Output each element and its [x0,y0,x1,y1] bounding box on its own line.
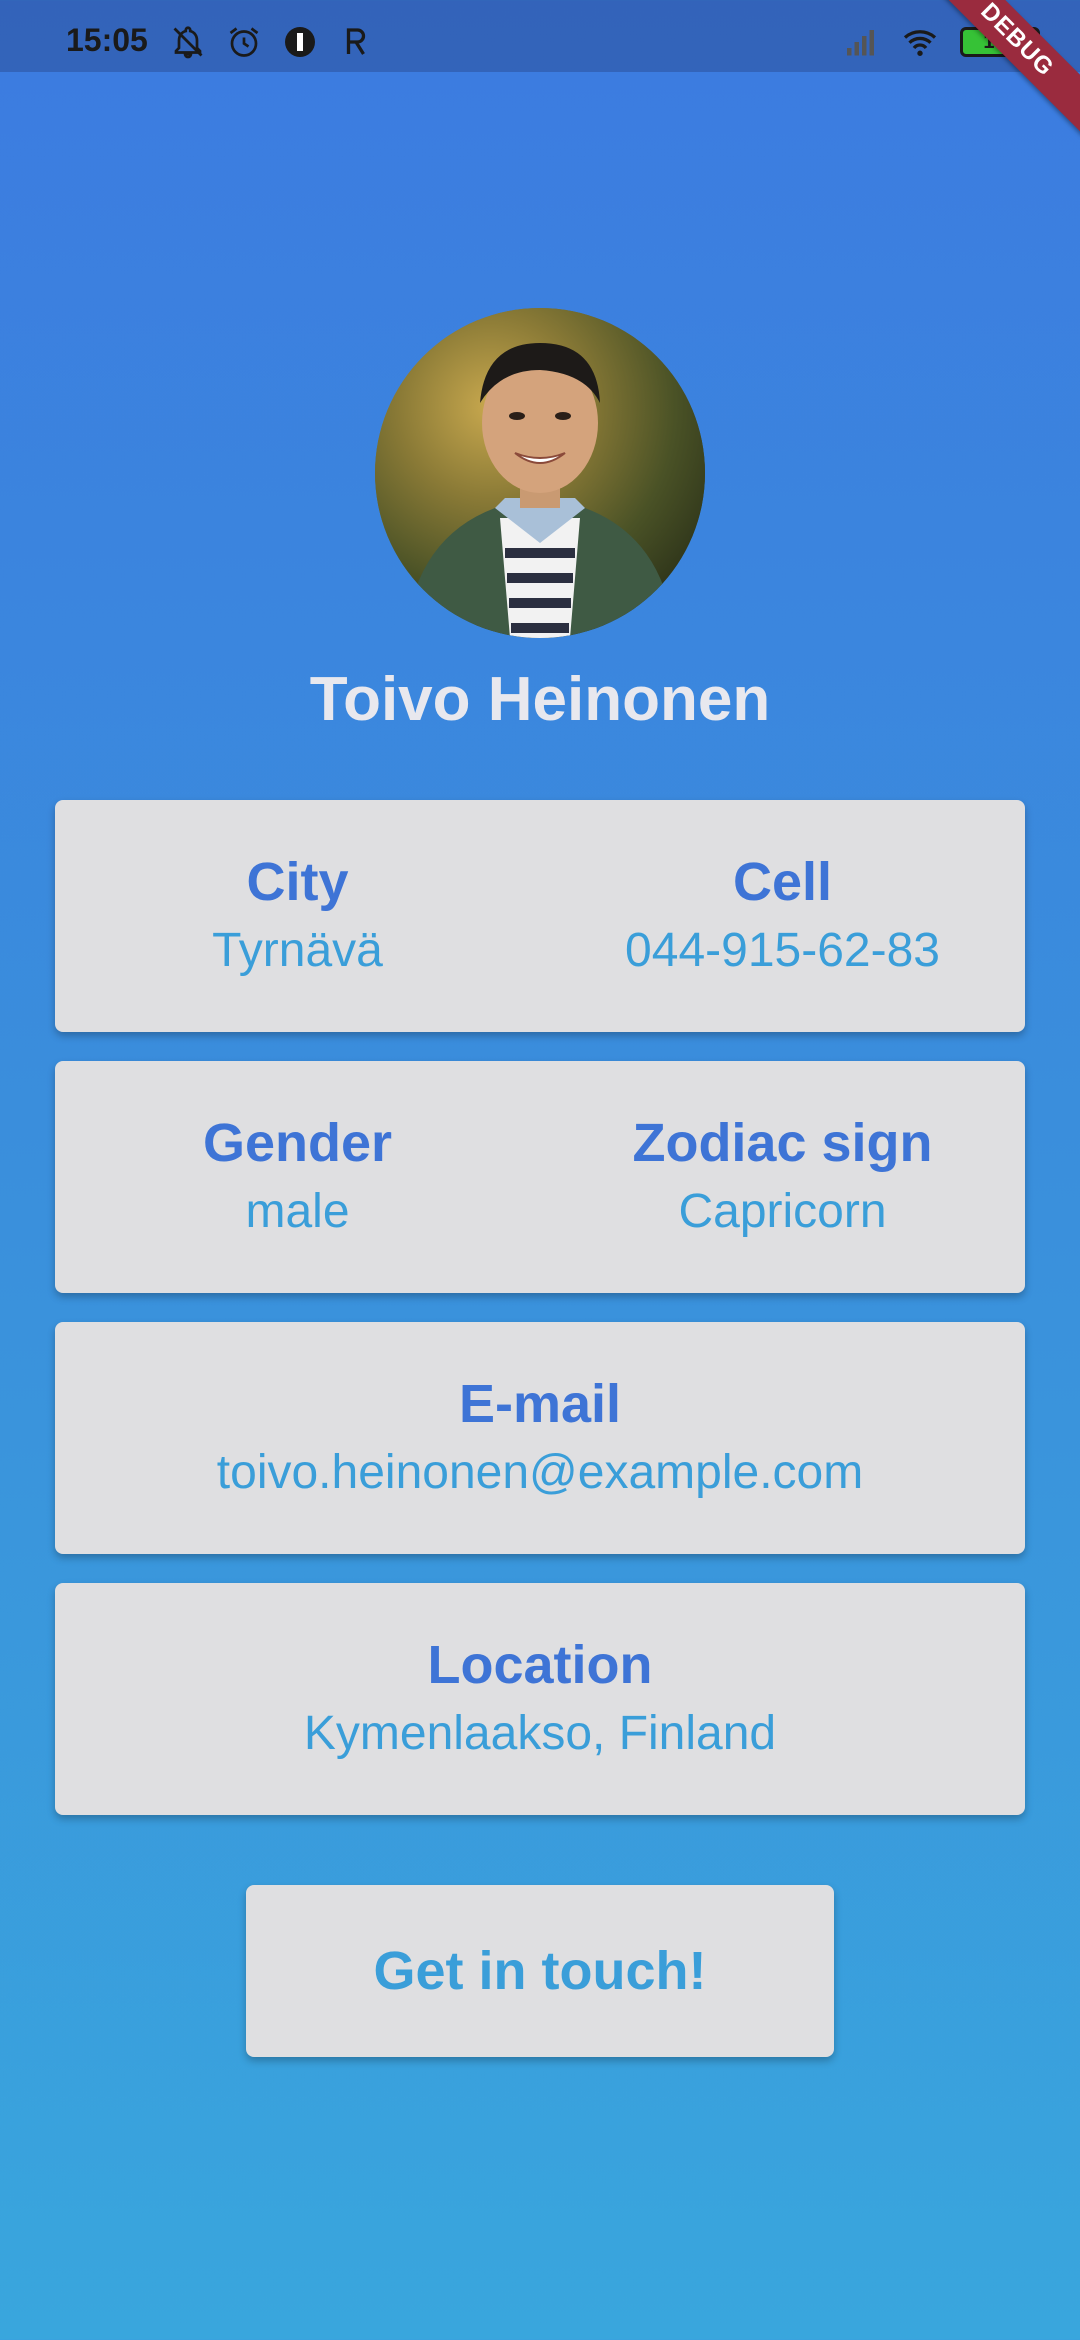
zodiac-value: Capricorn [678,1185,887,1238]
card-gender-zodiac: Gender male Zodiac sign Capricorn [55,1061,1025,1293]
profile-name: Toivo Heinonen [309,665,771,734]
signal-icon [847,30,874,56]
gender-label: Gender [202,1113,393,1173]
alarm-icon [229,27,259,57]
city-label: City [246,852,349,912]
location-field: Location Kymenlaakso, Finland [55,1583,1025,1815]
card-location: Location Kymenlaakso, Finland [55,1583,1025,1815]
city-field: City Tyrnävä [55,800,540,1032]
gender-value: male [245,1185,350,1238]
avatar [375,308,705,638]
email-label: E-mail [458,1374,622,1434]
status-bar: 15:05 100 DEBUG [0,0,1080,136]
email-value: toivo.heinonen@example.com [216,1446,864,1499]
card-email: E-mail toivo.heinonen@example.com [55,1322,1025,1554]
zodiac-label: Zodiac sign [632,1113,933,1173]
email-field: E-mail toivo.heinonen@example.com [55,1322,1025,1554]
cell-value: 044-915-62-83 [625,924,940,977]
cell-field: Cell 044-915-62-83 [540,800,1025,1032]
avatar-image [375,308,705,638]
wifi-icon [903,30,937,56]
bell-off-icon [173,26,203,59]
location-label: Location [427,1635,653,1695]
location-value: Kymenlaakso, Finland [303,1707,777,1760]
cell-label: Cell [732,852,833,912]
city-value: Tyrnävä [212,924,383,977]
circle-app-icon [285,27,315,57]
get-in-touch-button[interactable]: Get in touch! [246,1885,834,2057]
status-icons-left [170,24,374,60]
status-time: 15:05 [66,22,148,58]
debug-banner: DEBUG [921,0,1080,136]
r-app-icon [346,28,366,55]
gender-field: Gender male [55,1061,540,1293]
zodiac-field: Zodiac sign Capricorn [540,1061,1025,1293]
card-city-cell: City Tyrnävä Cell 044-915-62-83 [55,800,1025,1032]
